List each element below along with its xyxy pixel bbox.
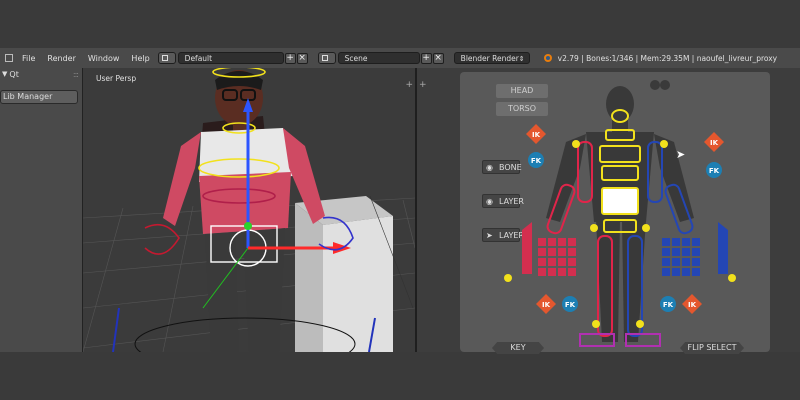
info-header: File Render Window Help Default + × Scen… xyxy=(0,48,800,69)
disclosure-triangle-icon[interactable]: ▼ xyxy=(2,70,7,78)
drag-handle-icon[interactable]: ::: xyxy=(73,70,79,79)
ik-label-left-leg[interactable]: IK xyxy=(542,301,551,309)
flip-select-label: FLIP SELECT xyxy=(687,343,737,352)
scene-value: Scene xyxy=(344,54,368,63)
add-scene-button[interactable]: + xyxy=(420,52,432,64)
tool-shelf-header: ▼ Qt ::: xyxy=(0,68,82,80)
render-engine-select[interactable]: Blender Render ⇕ xyxy=(453,52,530,64)
fk-label-left[interactable]: FK xyxy=(531,157,542,165)
bottom-letterbox xyxy=(0,352,800,400)
foot-controls xyxy=(579,333,661,347)
ik-label-right-leg[interactable]: IK xyxy=(688,301,697,309)
menu-help[interactable]: Help xyxy=(125,54,155,63)
remove-layout-button[interactable]: × xyxy=(296,52,308,64)
scene-field[interactable]: Scene xyxy=(337,52,420,64)
plus-icon[interactable]: + xyxy=(419,80,427,90)
menu-render[interactable]: Render xyxy=(41,54,81,63)
fk-label-right-leg[interactable]: FK xyxy=(663,301,674,309)
tool-shelf-title: Qt xyxy=(9,69,19,79)
top-letterbox xyxy=(0,0,800,48)
tool-shelf: ▼ Qt ::: Lib Manager xyxy=(0,68,83,352)
blender-logo-icon xyxy=(542,52,554,64)
picker-body: IK FK IK FK IK FK FK IK xyxy=(504,86,736,347)
render-engine-value: Blender Render xyxy=(460,54,519,63)
screen-layout-icon[interactable] xyxy=(157,52,176,64)
rig-picker-panel: HEAD TORSO ◉ BONE ◉ LAYER ➤ LAYER IK FK … xyxy=(460,72,770,354)
ik-label-left[interactable]: IK xyxy=(532,131,541,139)
fk-label-left-leg[interactable]: FK xyxy=(565,301,576,309)
remove-scene-button[interactable]: × xyxy=(432,52,444,64)
key-label: KEY xyxy=(510,343,526,352)
scene-icon[interactable] xyxy=(317,52,336,64)
add-layout-button[interactable]: + xyxy=(284,52,296,64)
menu-panel-icon[interactable] xyxy=(2,52,16,64)
fk-label-right[interactable]: FK xyxy=(709,167,720,175)
lib-manager-button[interactable]: Lib Manager xyxy=(0,90,78,104)
stats-text: v2.79 | Bones:1/346 | Mem:29.35M | naouf… xyxy=(557,53,778,63)
3d-viewport[interactable]: User Persp + xyxy=(83,68,415,352)
screen-layout-field[interactable]: Default xyxy=(177,52,284,64)
chevron-updown-icon: ⇕ xyxy=(518,55,525,63)
menu-file[interactable]: File xyxy=(16,54,41,63)
viewport-scene xyxy=(83,68,415,352)
menu-window[interactable]: Window xyxy=(82,54,126,63)
lib-manager-label: Lib Manager xyxy=(3,92,53,101)
ik-label-right[interactable]: IK xyxy=(710,139,719,147)
mouse-cursor-icon: ➤ xyxy=(676,148,686,161)
key-button[interactable]: KEY xyxy=(492,342,544,354)
flip-select-button[interactable]: FLIP SELECT xyxy=(680,342,744,354)
screen-layout-value: Default xyxy=(184,54,213,63)
